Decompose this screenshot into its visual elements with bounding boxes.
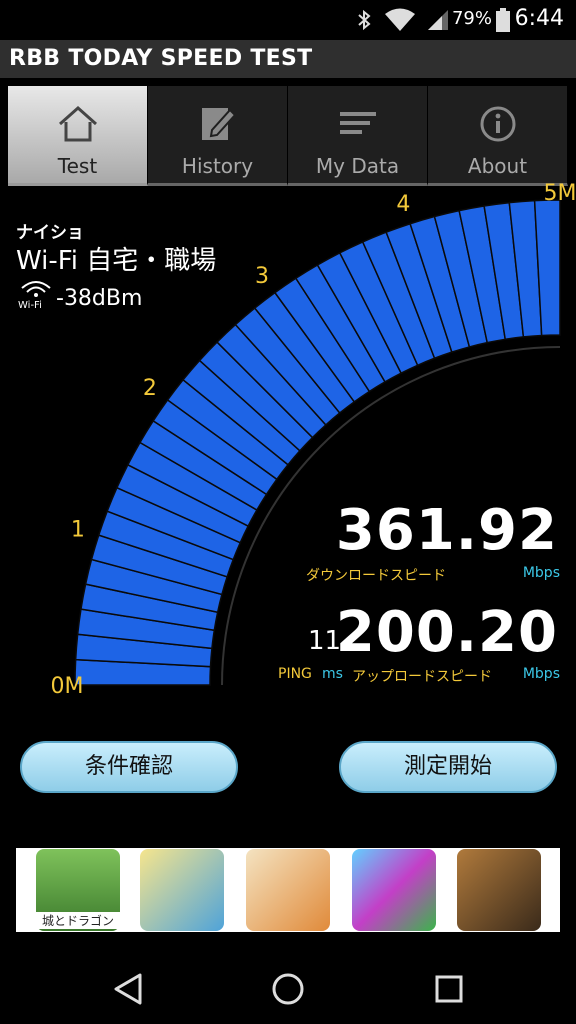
castle-dragon-game-icon[interactable]: 城とドラゴン xyxy=(36,849,120,931)
gauge-label: 3 xyxy=(255,264,269,289)
gauge-label: 2 xyxy=(143,376,157,401)
navigation-bar xyxy=(0,944,576,1024)
home-nav-icon[interactable] xyxy=(270,972,306,1006)
download-unit: Mbps xyxy=(522,565,560,581)
download-speed-value: 361.92 xyxy=(335,498,558,563)
upload-unit: Mbps xyxy=(522,666,560,682)
conditions-button[interactable]: 条件確認 xyxy=(20,741,238,793)
gauge-label: 0M xyxy=(51,674,84,699)
gauge-label: 4 xyxy=(396,192,410,217)
download-speed-label: ダウンロードスピード xyxy=(306,568,446,584)
ping-label: PING xyxy=(278,666,312,682)
upload-speed-label: アップロードスピード xyxy=(352,669,492,685)
soldier-game-icon[interactable] xyxy=(457,849,541,931)
ad-banner[interactable]: 城とドラゴン xyxy=(16,848,560,932)
speed-gauge: 0M 1 2 3 4 5M xyxy=(51,181,576,699)
upload-speed-value: 200.20 xyxy=(335,600,558,665)
ping-unit: ms xyxy=(322,666,343,682)
anime-character-icon[interactable] xyxy=(140,849,224,931)
puzzle-quest-icon[interactable] xyxy=(352,849,436,931)
recents-icon[interactable] xyxy=(434,974,464,1004)
cartoon-man-icon[interactable] xyxy=(246,849,330,931)
ad-icon-caption: 城とドラゴン xyxy=(36,912,120,929)
start-test-button[interactable]: 測定開始 xyxy=(339,741,557,793)
gauge-label: 5M xyxy=(544,181,576,206)
back-icon[interactable] xyxy=(112,972,144,1006)
gauge-label: 1 xyxy=(71,517,85,542)
